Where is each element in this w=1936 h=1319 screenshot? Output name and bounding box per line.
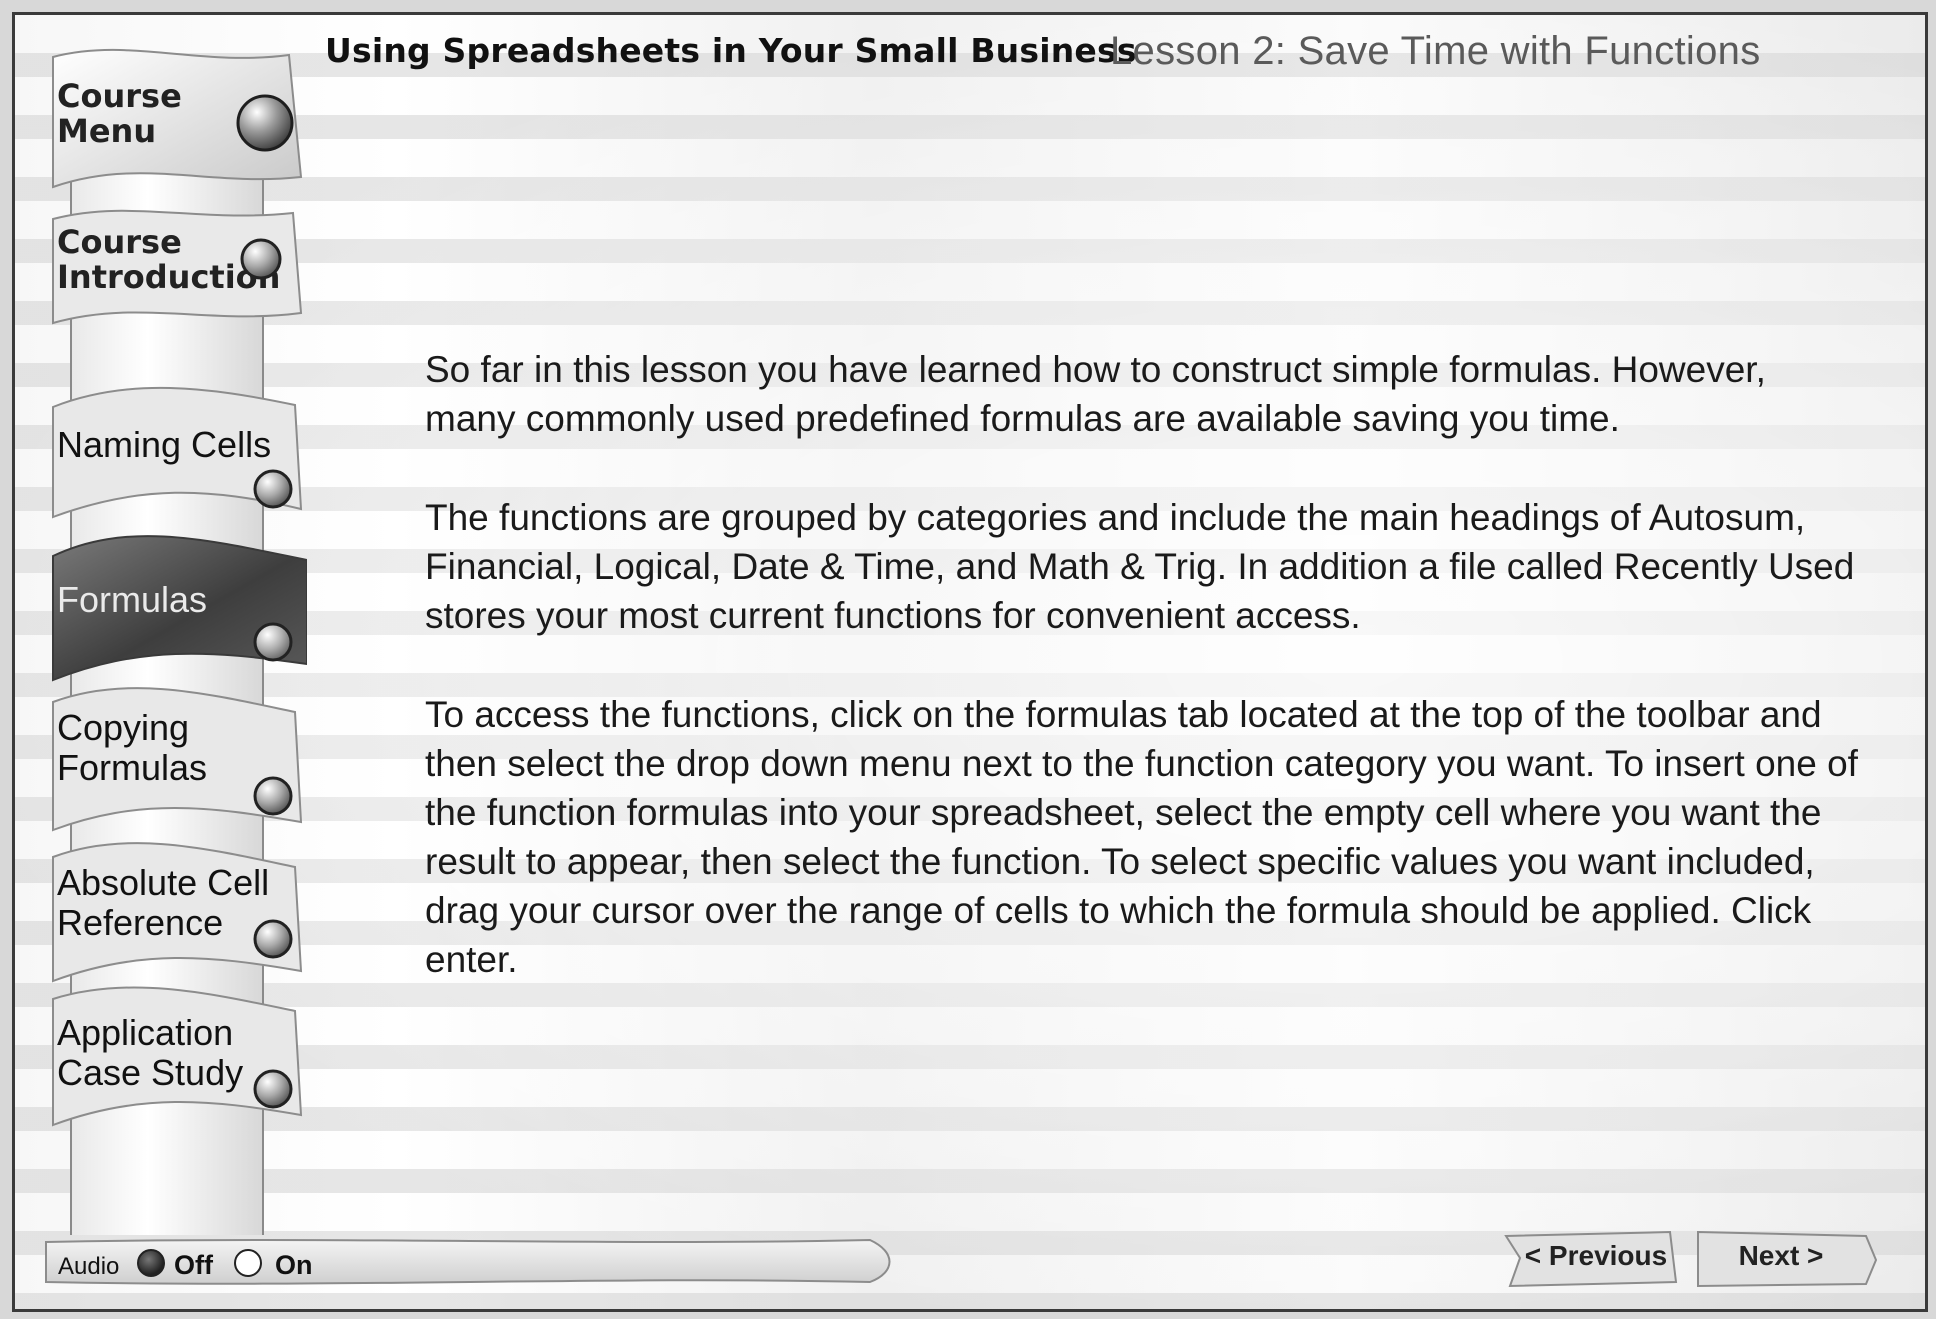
sidebar-item-course-menu[interactable]: Course Menu [39, 37, 307, 207]
sidebar-item-application-case-study[interactable]: Application Case Study [39, 975, 307, 1145]
copying-formulas-knob-icon [253, 776, 293, 816]
sidebar-item-label-2: Case Study [57, 1051, 244, 1093]
lesson-content: So far in this lesson you have learned h… [425, 345, 1865, 1034]
sidebar-item-label: Formulas [57, 579, 208, 620]
audio-bar-banner [45, 1238, 891, 1285]
sidebar-item-label-2: Menu [57, 112, 157, 151]
sidebar-item-label: Absolute Cell [57, 862, 270, 903]
audio-off-radio[interactable] [137, 1249, 165, 1277]
audio-label: Audio [58, 1253, 120, 1280]
content-paragraph-1: So far in this lesson you have learned h… [425, 349, 1766, 439]
audio-on-radio[interactable] [234, 1249, 262, 1277]
sidebar-item-naming-cells[interactable]: Naming Cells [39, 367, 307, 527]
sidebar-item-formulas[interactable]: Formulas [39, 520, 307, 690]
lesson-frame: Using Spreadsheets in Your Small Busines… [12, 12, 1928, 1312]
absolute-cell-reference-knob-icon [253, 919, 293, 959]
sidebar-item-course-introduction[interactable]: Course Introduction [39, 195, 307, 345]
previous-button[interactable]: < Previous [1500, 1230, 1680, 1288]
formulas-knob-icon [253, 622, 293, 662]
sidebar-item-label: Course [57, 77, 182, 115]
audio-off-label: Off [174, 1250, 213, 1280]
sidebar-item-label: Copying [57, 707, 190, 748]
sidebar-item-absolute-cell-reference[interactable]: Absolute Cell Reference [39, 825, 307, 995]
application-case-study-knob-icon [253, 1069, 293, 1109]
sidebar-item-label: Application [57, 1012, 234, 1053]
next-button-label: Next > [1738, 1240, 1824, 1271]
lesson-title: Lesson 2: Save Time with Functions [1110, 29, 1761, 73]
course-title: Using Spreadsheets in Your Small Busines… [325, 31, 1137, 70]
sidebar-item-label-2: Reference [57, 901, 224, 943]
audio-on-label: On [275, 1250, 313, 1280]
sidebar-item-label: Naming Cells [57, 424, 272, 465]
course-menu-knob-icon [236, 94, 294, 152]
content-paragraph-2: The functions are grouped by categories … [425, 497, 1855, 636]
sidebar-item-copying-formulas[interactable]: Copying Formulas [39, 670, 307, 840]
content-paragraph-3: To access the functions, click on the fo… [425, 694, 1858, 980]
next-button[interactable]: Next > [1694, 1230, 1880, 1288]
previous-button-label: < Previous [1524, 1240, 1668, 1271]
sidebar-item-label-2: Formulas [57, 746, 208, 788]
course-introduction-knob-icon [240, 238, 282, 280]
naming-cells-knob-icon [253, 469, 293, 509]
